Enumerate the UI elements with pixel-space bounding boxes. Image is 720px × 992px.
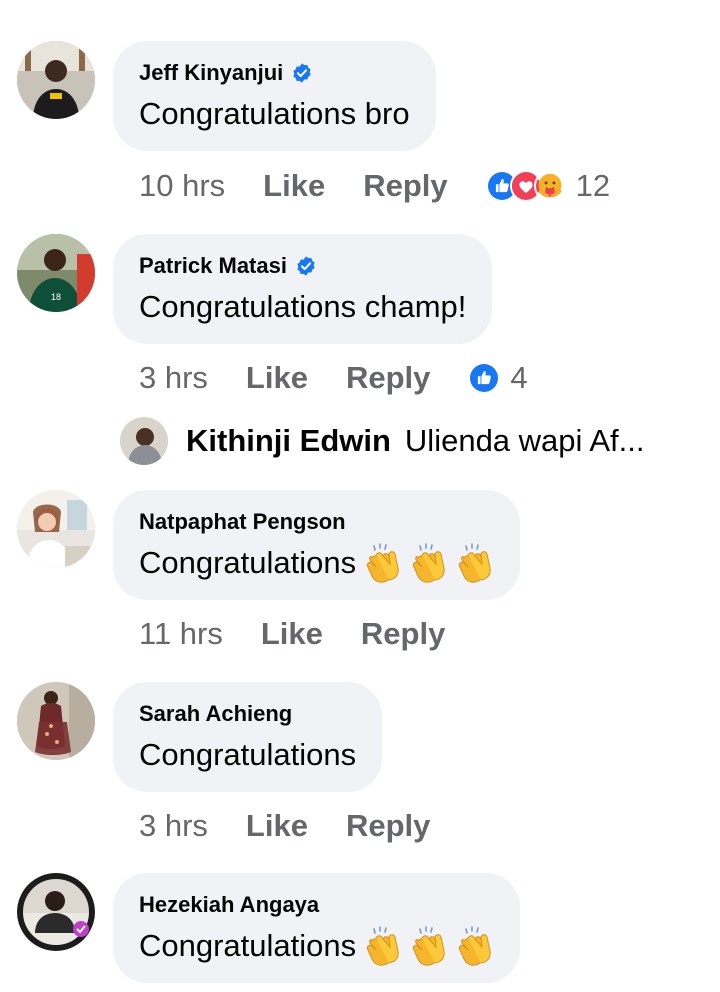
author-name[interactable]: Patrick Matasi — [139, 253, 287, 279]
comment-text: Congratulations bro — [139, 96, 410, 131]
comment-author[interactable]: Natpaphat Pengson — [139, 507, 494, 537]
reaction-summary[interactable]: 4 — [468, 360, 528, 396]
comment-timestamp[interactable]: 11 hrs — [139, 616, 223, 652]
comment-actions: 11 hrs Like Reply — [139, 614, 483, 654]
reply-button[interactable]: Reply — [361, 616, 445, 652]
comment-timestamp[interactable]: 3 hrs — [139, 808, 208, 844]
like-button[interactable]: Like — [246, 808, 308, 844]
clapping-hands-icon — [410, 542, 448, 584]
author-name[interactable]: Hezekiah Angaya — [139, 892, 319, 918]
comment-text: Congratulations — [139, 543, 494, 583]
avatar[interactable] — [17, 41, 95, 119]
clapping-hands-icon — [364, 542, 402, 584]
like-button[interactable]: Like — [261, 616, 323, 652]
comment-bubble[interactable]: Hezekiah Angaya Congratulations — [113, 873, 521, 983]
comment-timestamp[interactable]: 10 hrs — [139, 168, 225, 204]
comment-actions: 10 hrs Like Reply 12 — [139, 166, 610, 206]
comment-bubble[interactable]: Natpaphat Pengson Congratulations — [113, 490, 521, 600]
care-reaction-icon — [533, 170, 566, 202]
clapping-hands-icon — [456, 542, 494, 584]
comment-actions: 3 hrs Like Reply 4 — [139, 358, 528, 398]
author-name[interactable]: Jeff Kinyanjui — [139, 60, 283, 86]
comment-bubble[interactable]: Patrick Matasi Congratulations champ! — [113, 234, 493, 344]
avatar[interactable] — [17, 490, 95, 568]
comment-author[interactable]: Jeff Kinyanjui — [139, 58, 410, 88]
avatar[interactable] — [17, 873, 95, 951]
like-reaction-icon — [468, 362, 501, 394]
avatar[interactable] — [120, 417, 168, 465]
avatar[interactable]: 18 — [17, 234, 95, 312]
reaction-count: 4 — [510, 360, 528, 395]
reply-author[interactable]: Kithinji Edwin — [186, 423, 391, 459]
comment-text: Congratulations — [139, 737, 357, 772]
comment-bubble[interactable]: Jeff Kinyanjui Congratulations bro — [113, 41, 436, 151]
author-name[interactable]: Natpaphat Pengson — [139, 509, 346, 535]
verified-badge-icon — [295, 255, 317, 277]
like-button[interactable]: Like — [246, 360, 308, 396]
comment-author[interactable]: Sarah Achieng — [139, 699, 356, 729]
reply-button[interactable]: Reply — [346, 360, 430, 396]
comment-text-body: Congratulations — [139, 928, 357, 963]
clapping-hands-icon — [410, 925, 448, 967]
comment-author[interactable]: Hezekiah Angaya — [139, 890, 494, 920]
reply-button[interactable]: Reply — [363, 168, 447, 204]
comment-actions: 3 hrs Like Reply — [139, 806, 468, 846]
comment-author[interactable]: Patrick Matasi — [139, 251, 466, 281]
comment-text-body: Congratulations — [139, 545, 357, 580]
comment-bubble[interactable]: Sarah Achieng Congratulations — [113, 682, 383, 792]
comment-timestamp[interactable]: 3 hrs — [139, 360, 208, 396]
avatar[interactable] — [17, 682, 95, 760]
reaction-count: 12 — [575, 168, 611, 203]
clapping-hands-icon — [456, 925, 494, 967]
verified-badge-icon — [291, 62, 313, 84]
comment-text: Congratulations — [139, 926, 494, 966]
comment-text: Congratulations champ! — [139, 289, 467, 324]
reaction-summary[interactable]: 12 — [485, 168, 611, 204]
clapping-hands-icon — [364, 925, 402, 967]
author-name[interactable]: Sarah Achieng — [139, 701, 292, 727]
reply-preview[interactable]: Kithinji Edwin Ulienda wapi Af... — [120, 416, 644, 466]
like-button[interactable]: Like — [263, 168, 325, 204]
svg-text:18: 18 — [51, 292, 61, 302]
reply-button[interactable]: Reply — [346, 808, 430, 844]
reply-text: Ulienda wapi Af... — [404, 423, 645, 458]
